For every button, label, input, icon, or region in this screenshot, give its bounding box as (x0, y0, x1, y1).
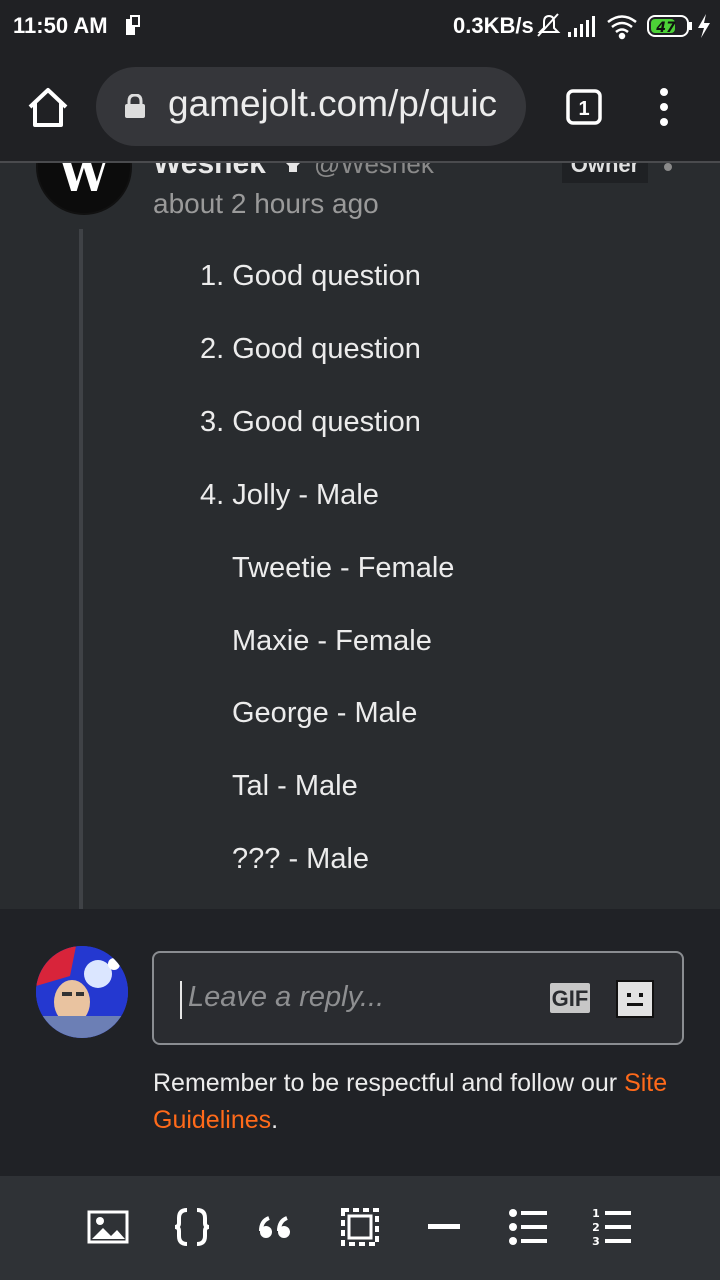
author-name[interactable]: Wesnek (153, 163, 266, 181)
reply-composer: Leave a reply... GIF Remember to be resp… (0, 909, 720, 1176)
numbered-list-icon[interactable]: 1 2 3 (591, 1206, 633, 1248)
svg-text:3: 3 (592, 1235, 600, 1248)
lock-icon (125, 94, 145, 118)
comment-line: 1. Good question (200, 260, 421, 292)
comment-options-icon[interactable] (660, 163, 676, 185)
comment-line: 3. Good question (200, 406, 421, 438)
svg-text:47: 47 (655, 20, 676, 36)
reply-input[interactable]: Leave a reply... GIF (152, 951, 684, 1045)
overflow-menu-icon[interactable] (652, 87, 676, 127)
comment-line: Maxie - Female (232, 625, 432, 657)
comment-line: Tal - Male (232, 770, 358, 802)
emoji-icon[interactable] (616, 980, 654, 1018)
guidelines-note: Remember to be respectful and follow our… (153, 1069, 668, 1134)
bullet-list-icon[interactable] (507, 1206, 549, 1248)
svg-text:1: 1 (578, 98, 589, 120)
wesnek-logo: W (58, 163, 109, 202)
status-icons: 47 (537, 13, 710, 40)
signal-icon (568, 16, 595, 37)
tab-switcher-button[interactable]: 1 (566, 89, 602, 125)
quote-icon[interactable] (255, 1206, 297, 1248)
thread-line (79, 229, 83, 909)
comment: W Wesnek @Wesnek Owner about 2 hours ago… (0, 163, 720, 909)
bell-muted-icon (537, 13, 561, 37)
formatting-toolbar: 1 2 3 (0, 1176, 720, 1280)
status-time: 11:50 AM (13, 13, 108, 38)
gif-button[interactable]: GIF (550, 983, 590, 1013)
status-bar: 11:50 AM 0.3KB/s 47 (0, 0, 720, 52)
text-caret (180, 981, 182, 1019)
user-avatar[interactable] (36, 946, 128, 1038)
comment-line: 2. Good question (200, 333, 421, 365)
comment-line: ??? - Male (232, 843, 370, 875)
image-icon[interactable] (87, 1206, 129, 1248)
sim-icon (126, 15, 140, 35)
author-handle[interactable]: @Wesnek (314, 163, 434, 180)
url-text: gamejolt.com/p/quic (168, 83, 498, 124)
svg-text:1: 1 (592, 1207, 600, 1220)
charging-icon (698, 14, 710, 38)
wifi-icon (607, 15, 637, 40)
network-speed: 0.3KB/s (453, 13, 534, 38)
owner-tag: Owner (562, 163, 648, 183)
horizontal-rule-icon[interactable] (423, 1206, 465, 1248)
spoiler-icon[interactable] (339, 1206, 381, 1248)
battery-icon: 47 (647, 15, 692, 37)
comment-timestamp[interactable]: about 2 hours ago (153, 188, 379, 220)
svg-text:W: W (58, 163, 109, 202)
comment-line: 4. Jolly - Male (200, 479, 379, 511)
comment-line: George - Male (232, 697, 418, 729)
browser-toolbar: gamejolt.com/p/quic 1 (0, 52, 720, 162)
home-icon[interactable] (24, 85, 72, 129)
user-avatar-image (36, 946, 128, 1038)
comment-line: Tweetie - Female (232, 552, 455, 584)
verified-badge-icon (286, 163, 300, 172)
svg-text:2: 2 (592, 1221, 600, 1234)
author-avatar[interactable]: W (36, 163, 132, 215)
address-bar[interactable]: gamejolt.com/p/quic (96, 67, 526, 146)
code-icon[interactable] (171, 1206, 213, 1248)
reply-placeholder: Leave a reply... (188, 981, 385, 1013)
